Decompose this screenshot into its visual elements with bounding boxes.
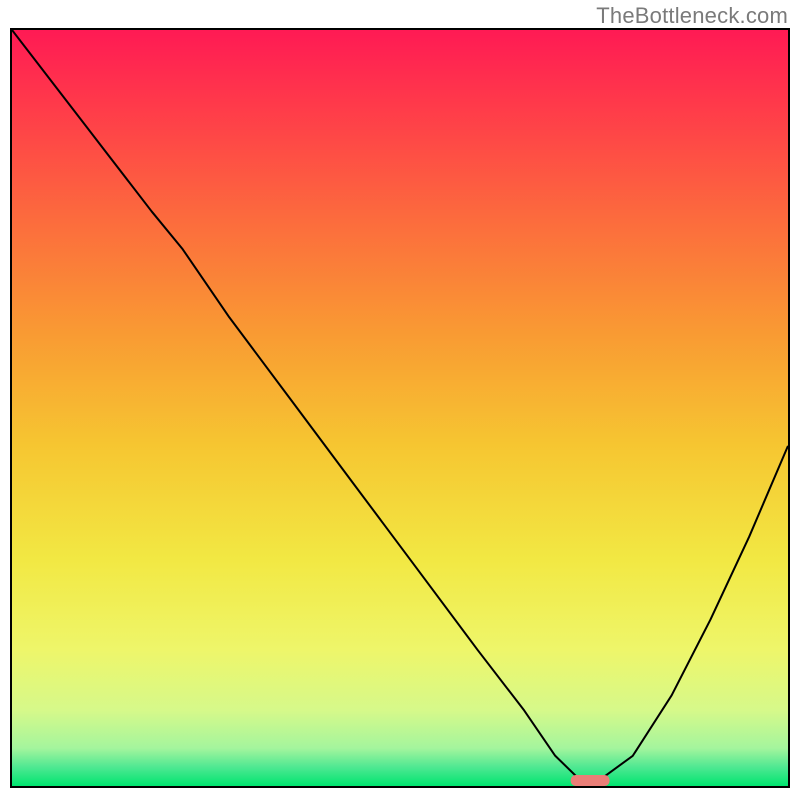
bottleneck-chart: [12, 30, 788, 786]
optimal-marker: [571, 775, 610, 786]
chart-frame: [10, 28, 790, 788]
chart-background: [12, 30, 788, 786]
watermark-text: TheBottleneck.com: [596, 3, 788, 29]
